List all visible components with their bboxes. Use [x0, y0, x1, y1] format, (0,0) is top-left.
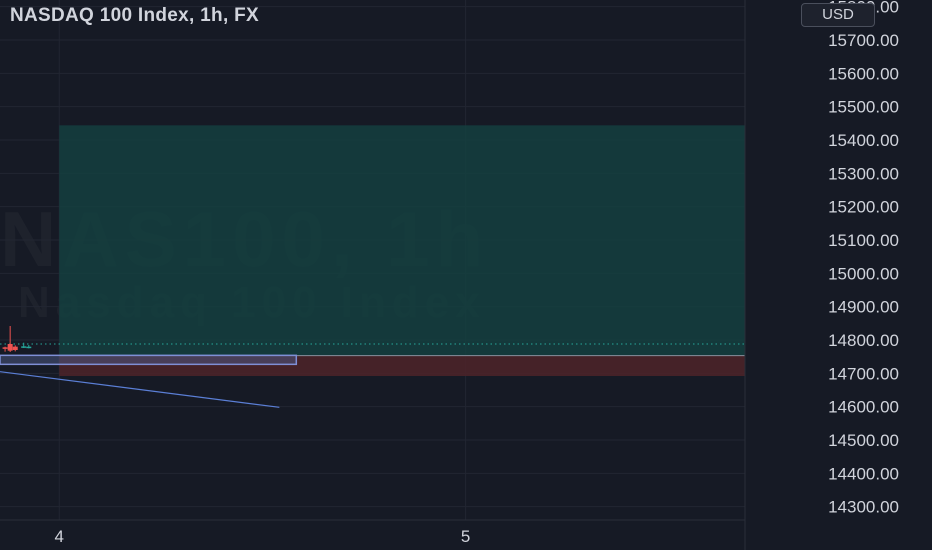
price-label: 14400.00: [828, 464, 899, 483]
price-label: 15700.00: [828, 31, 899, 50]
candle-body: [12, 346, 18, 350]
chart-title[interactable]: NASDAQ 100 Index, 1h, FX: [10, 5, 259, 27]
position-zones[interactable]: [59, 125, 746, 376]
trendline[interactable]: [0, 371, 280, 408]
price-label: 15400.00: [828, 131, 899, 150]
price-label: 15000.00: [828, 264, 899, 283]
price-label: 14600.00: [828, 398, 899, 417]
candle-body: [21, 346, 27, 348]
candle-body: [7, 344, 13, 351]
price-label: 14500.00: [828, 431, 899, 450]
price-label: 15200.00: [828, 198, 899, 217]
price-label: 15500.00: [828, 98, 899, 117]
time-axis[interactable]: 45: [0, 519, 745, 546]
price-label: 15600.00: [828, 64, 899, 83]
take-profit-zone[interactable]: [59, 125, 746, 356]
time-label: 4: [55, 527, 64, 546]
chart-root[interactable]: NAS100, 1h Nasdaq 100 Index 15800.001570…: [0, 0, 932, 550]
currency-button[interactable]: USD: [801, 3, 875, 27]
candle-body: [26, 346, 32, 349]
range-box[interactable]: [0, 354, 298, 366]
price-axis[interactable]: 15800.0015700.0015600.0015500.0015400.00…: [744, 0, 899, 550]
time-label: 5: [461, 527, 470, 546]
price-label: 14900.00: [828, 298, 899, 317]
price-label: 14800.00: [828, 331, 899, 350]
price-label: 15100.00: [828, 231, 899, 250]
candle-body: [2, 347, 8, 349]
price-label: 14700.00: [828, 364, 899, 383]
price-label: 15300.00: [828, 164, 899, 183]
drawings[interactable]: [0, 354, 298, 408]
price-label: 14300.00: [828, 498, 899, 517]
price-chart[interactable]: 15800.0015700.0015600.0015500.0015400.00…: [0, 0, 932, 550]
